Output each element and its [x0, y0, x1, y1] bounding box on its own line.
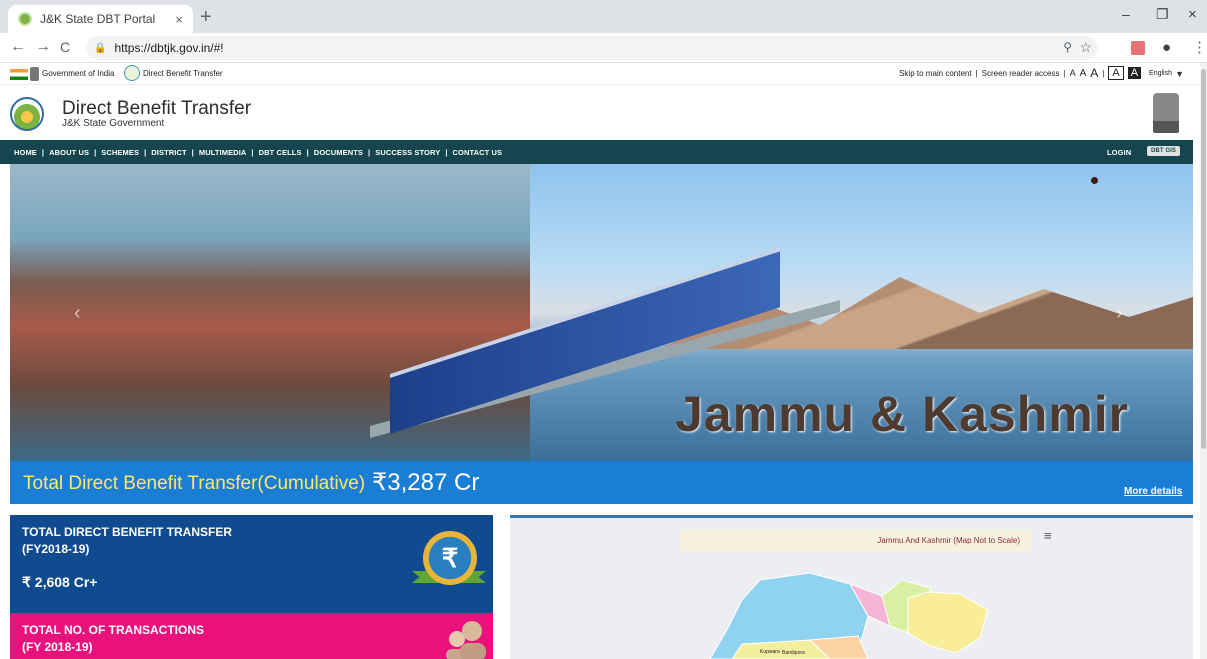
- skip-to-main-link[interactable]: Skip to main content: [899, 69, 971, 78]
- map-label-kupwara[interactable]: Kupwara: [760, 649, 780, 655]
- tab-close-icon[interactable]: ×: [175, 12, 183, 27]
- nav-item-dbt-cells[interactable]: DBT CELLS: [259, 148, 302, 157]
- browser-menu-icon[interactable]: ⋮: [1192, 38, 1207, 56]
- houseboats-image: [10, 164, 530, 461]
- contrast-dark-button[interactable]: A: [1127, 67, 1142, 79]
- card-title: TOTAL DIRECT BENEFIT TRANSFER: [22, 525, 232, 539]
- rupee-badge-icon: ₹: [423, 531, 477, 585]
- card-period: (FY 2018-19): [22, 640, 93, 654]
- separator: |: [1102, 68, 1105, 78]
- people-icon: [446, 621, 486, 659]
- hamburger-menu-icon[interactable]: ≡: [1044, 528, 1052, 543]
- nav-item-district[interactable]: DISTRICT: [151, 148, 186, 157]
- nav-separator: |: [445, 147, 448, 157]
- carousel-prev-icon[interactable]: ‹: [74, 302, 81, 325]
- extension-icon[interactable]: [1131, 41, 1145, 55]
- gov-of-india-link[interactable]: Government of India: [42, 69, 114, 78]
- carousel-next-icon[interactable]: ›: [1116, 302, 1123, 325]
- separator: |: [1063, 68, 1066, 78]
- national-emblem-icon: [30, 67, 39, 81]
- window-close-button[interactable]: ×: [1188, 6, 1197, 23]
- dbt-logo-icon[interactable]: [10, 97, 44, 131]
- screen-reader-link[interactable]: Screen reader access: [982, 69, 1060, 78]
- accessibility-tools: Skip to main content | Screen reader acc…: [899, 66, 1172, 80]
- dbt-gis-button[interactable]: DBT GIS: [1147, 146, 1181, 156]
- carousel-indicator[interactable]: [1091, 177, 1098, 184]
- browser-toolbar: ← → C 🔒 https://dbtjk.gov.in/#! ⚲ ☆ ● ⋮: [0, 33, 1207, 63]
- site-title[interactable]: Direct Benefit Transfer: [62, 98, 251, 120]
- map-label-bandipora[interactable]: Bandipora: [782, 650, 805, 656]
- bookmark-star-icon[interactable]: ☆: [1079, 39, 1092, 56]
- nav-separator: |: [41, 147, 45, 157]
- jk-map-panel: Jammu And Kashmir (Map Not to Scale) ≡ K…: [510, 515, 1193, 659]
- site-subtitle: J&K State Government: [62, 118, 165, 129]
- card-period: (FY2018-19): [22, 542, 90, 556]
- site-header: Direct Benefit Transfer J&K State Govern…: [0, 85, 1200, 140]
- total-dbt-label: Total Direct Benefit Transfer(Cumulative…: [23, 473, 366, 494]
- banner-carousel: Jammu & Kashmir ‹ ›: [10, 164, 1193, 461]
- login-link[interactable]: LOGIN: [1107, 148, 1131, 157]
- browser-tab[interactable]: J&K State DBT Portal ×: [8, 5, 193, 33]
- nav-item-contact-us[interactable]: CONTACT US: [453, 148, 503, 157]
- india-flag-icon: [10, 69, 28, 80]
- dbt-fy-card[interactable]: TOTAL DIRECT BENEFIT TRANSFER (FY2018-19…: [10, 515, 493, 613]
- nav-item-success-story[interactable]: SUCCESS STORY: [375, 148, 440, 157]
- url-text[interactable]: https://dbtjk.gov.in/#!: [114, 41, 223, 55]
- zoom-icon[interactable]: ⚲: [1063, 40, 1072, 54]
- dbt-logo-small-icon: [124, 65, 140, 81]
- site-favicon-icon: [18, 12, 32, 26]
- nav-item-home[interactable]: HOME: [14, 148, 37, 157]
- browser-tab-bar: J&K State DBT Portal × + – ❐ ×: [0, 0, 1207, 33]
- font-medium-button[interactable]: A: [1080, 68, 1087, 79]
- map-title: Jammu And Kashmir (Map Not to Scale): [877, 536, 1020, 545]
- back-button[interactable]: ←: [10, 38, 26, 56]
- font-small-button[interactable]: A: [1070, 68, 1076, 78]
- dbt-link[interactable]: Direct Benefit Transfer: [143, 69, 223, 78]
- total-dbt-value: ₹3,287 Cr: [372, 469, 480, 496]
- gov-strip: Government of India Direct Benefit Trans…: [0, 63, 1200, 85]
- state-emblem-icon: [1153, 93, 1179, 133]
- nav-item-schemes[interactable]: SCHEMES: [101, 148, 139, 157]
- chevron-down-icon[interactable]: ▼: [1175, 69, 1184, 79]
- map-title-box: Jammu And Kashmir (Map Not to Scale): [680, 530, 1032, 552]
- new-tab-button[interactable]: +: [200, 7, 212, 27]
- address-bar[interactable]: 🔒 https://dbtjk.gov.in/#! ⚲ ☆: [86, 36, 1098, 60]
- lock-icon[interactable]: 🔒: [94, 43, 106, 54]
- total-dbt-bar: Total Direct Benefit Transfer(Cumulative…: [10, 461, 1193, 504]
- banner-caption: Jammu & Kashmir: [675, 386, 1130, 442]
- page-scrollbar[interactable]: [1200, 63, 1207, 659]
- nav-item-about-us[interactable]: ABOUT US: [49, 148, 89, 157]
- language-select[interactable]: English: [1149, 70, 1172, 77]
- card-title: TOTAL NO. OF TRANSACTIONS: [22, 623, 204, 637]
- separator: |: [975, 68, 978, 78]
- minimize-button[interactable]: –: [1122, 6, 1130, 22]
- main-nav: HOME | ABOUT US | SCHEMES | DISTRICT | M…: [0, 140, 1193, 164]
- scrollbar-thumb[interactable]: [1201, 69, 1206, 449]
- forward-button[interactable]: →: [35, 38, 51, 56]
- card-value: ₹ 2,608 Cr+: [22, 574, 98, 590]
- nav-item-documents[interactable]: DOCUMENTS: [314, 148, 363, 157]
- nav-separator: |: [368, 147, 371, 157]
- nav-separator: |: [306, 147, 309, 157]
- more-details-link[interactable]: More details: [1124, 486, 1182, 497]
- transactions-card[interactable]: TOTAL NO. OF TRANSACTIONS (FY 2018-19): [10, 613, 493, 659]
- tab-title: J&K State DBT Portal: [40, 12, 156, 26]
- nav-separator: |: [144, 147, 147, 157]
- maximize-button[interactable]: ❐: [1156, 6, 1169, 23]
- nav-separator: |: [191, 147, 194, 157]
- nav-separator: |: [251, 147, 254, 157]
- nav-item-multimedia[interactable]: MULTIMEDIA: [199, 148, 247, 157]
- reload-button[interactable]: C: [60, 39, 70, 55]
- font-large-button[interactable]: A: [1090, 66, 1098, 80]
- contrast-light-button[interactable]: A: [1108, 66, 1124, 80]
- nav-separator: |: [94, 147, 97, 157]
- profile-icon[interactable]: ●: [1162, 39, 1171, 56]
